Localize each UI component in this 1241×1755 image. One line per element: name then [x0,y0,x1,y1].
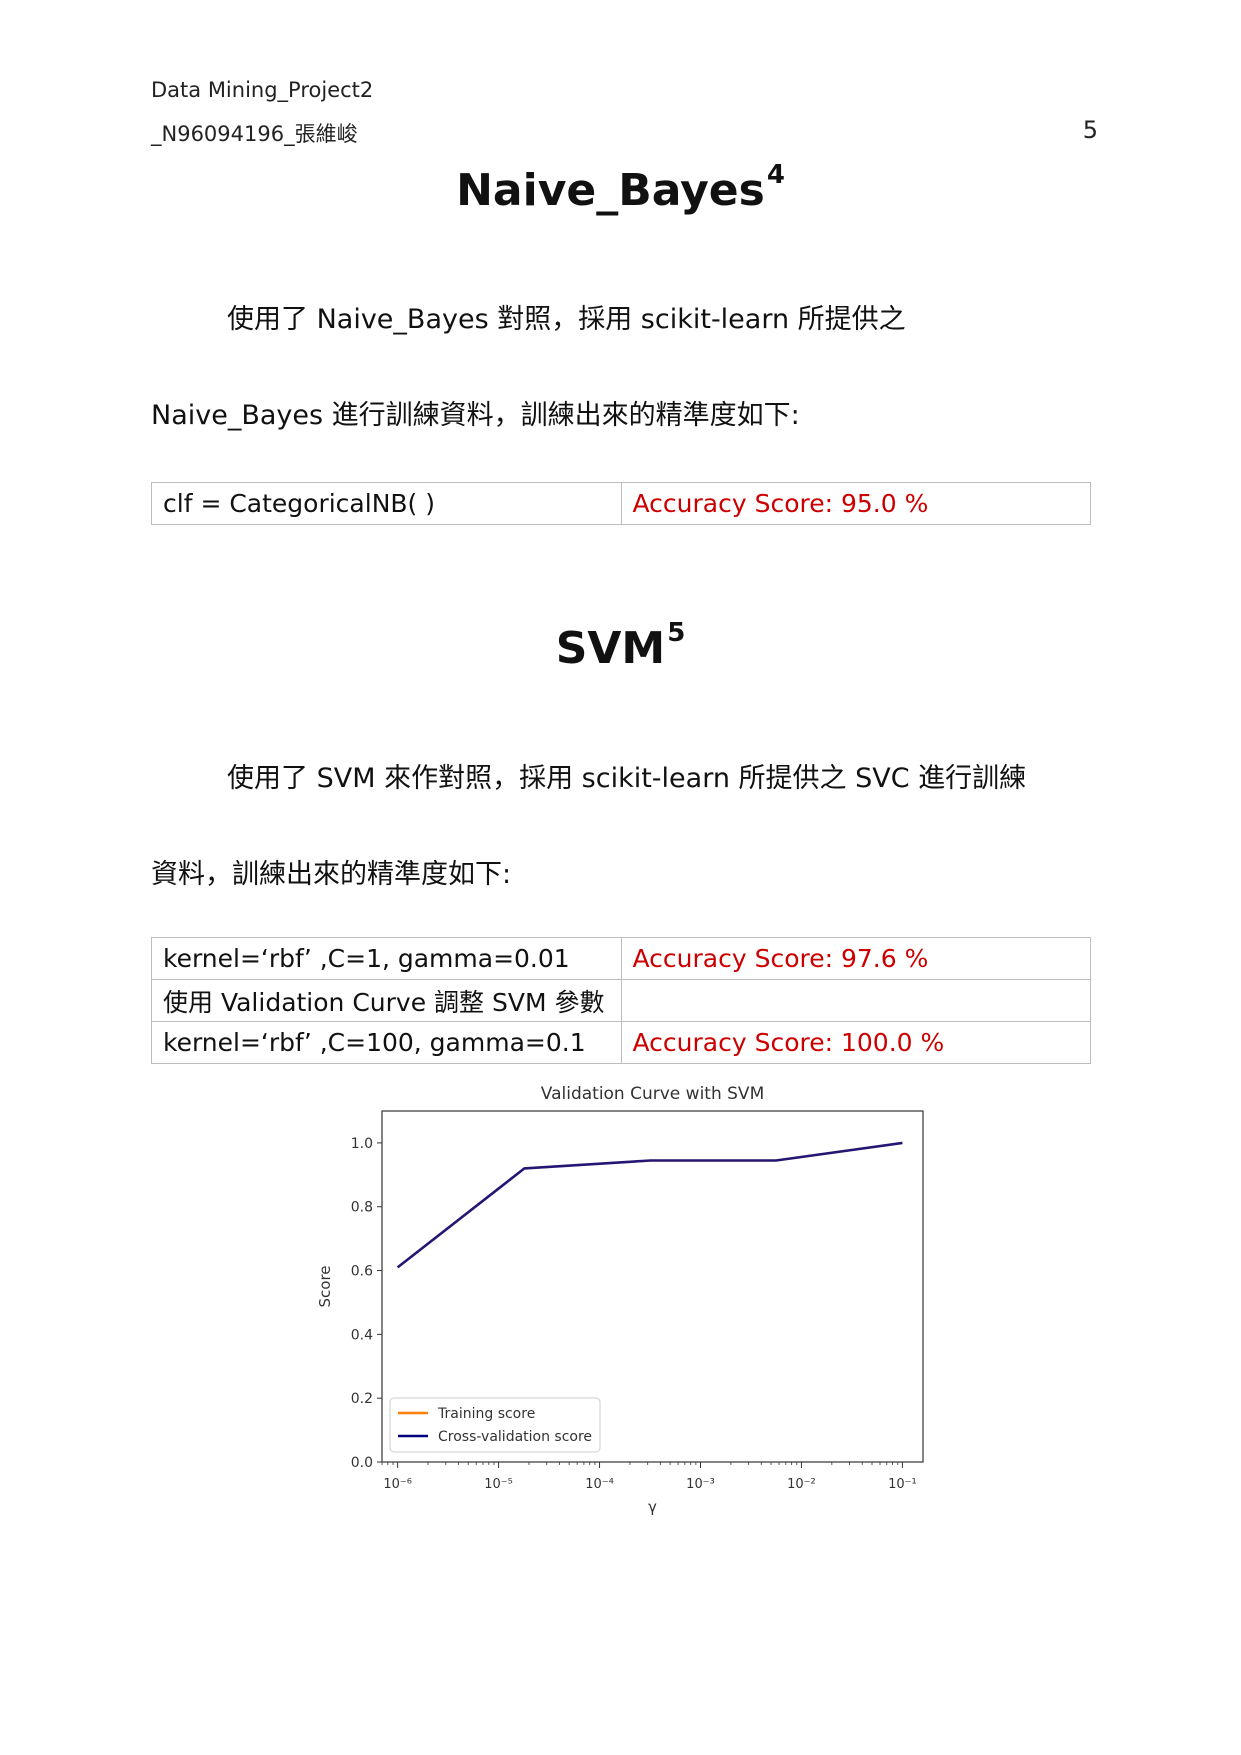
table-row: kernel=‘rbf’ ,C=1, gamma=0.01 Accuracy S… [151,937,1091,980]
series-line-cross-validation [396,1141,903,1269]
y-tick-label: 0.4 [351,1327,373,1343]
footnote-marker: 5 [667,618,686,648]
page-number: 5 [1082,116,1098,144]
chart-title: Validation Curve with SVM [541,1084,764,1104]
table-cell-setting: clf = CategoricalNB( ) [151,482,622,525]
table-row: kernel=‘rbf’ ,C=100, gamma=0.1 Accuracy … [151,1021,1091,1064]
table-cell-setting: kernel=‘rbf’ ,C=1, gamma=0.01 [151,937,622,980]
x-tick-label: 10⁻⁶ [383,1477,412,1492]
y-tick-label: 0.2 [351,1391,373,1407]
paragraph-line: Naive_Bayes 進行訓練資料，訓練出來的精準度如下: [151,400,800,431]
footnote-marker: 4 [766,160,785,190]
legend-label: Cross-validation score [438,1429,592,1445]
x-axis-label: γ [648,1498,657,1516]
table-cell-score: Accuracy Score: 95.0 % [620,482,1091,525]
table-row: clf = CategoricalNB( ) Accuracy Score: 9… [151,482,1091,525]
section-title-naive-bayes: Naive_Bayes4 [0,160,1241,216]
section-title-svm: SVM5 [0,618,1241,674]
table-row: 使用 Validation Curve 調整 SVM 參數 [151,979,1091,1022]
table-cell-setting: 使用 Validation Curve 調整 SVM 參數 [151,979,622,1022]
table-cell-score: Accuracy Score: 100.0 % [620,1021,1091,1064]
paragraph-line: 使用了 SVM 來作對照，採用 scikit-learn 所提供之 SVC 進行… [227,763,1027,794]
paragraph-line: 資料，訓練出來的精準度如下: [151,859,512,890]
section-title-text: SVM [555,623,666,674]
table-cell-setting: kernel=‘rbf’ ,C=100, gamma=0.1 [151,1021,622,1064]
y-tick-label: 0.0 [351,1455,373,1471]
header-project-title: Data Mining_Project2 [151,78,374,102]
y-axis-label: Score [316,1265,334,1307]
x-tick-label: 10⁻⁴ [585,1477,614,1492]
x-tick-label: 10⁻² [787,1477,816,1492]
legend-label: Training score [437,1406,535,1422]
y-tick-label: 0.8 [351,1200,373,1216]
svm-results-table: kernel=‘rbf’ ,C=1, gamma=0.01 Accuracy S… [151,937,1091,1064]
table-cell-score [620,979,1091,1022]
section-title-text: Naive_Bayes [456,165,765,216]
paragraph-line: 使用了 Naive_Bayes 對照，採用 scikit-learn 所提供之 [227,304,906,335]
y-tick-label: 0.6 [351,1264,373,1280]
x-tick-label: 10⁻¹ [888,1477,917,1492]
y-tick-label: 1.0 [351,1136,373,1152]
x-tick-label: 10⁻³ [686,1477,715,1492]
validation-curve-chart: Validation Curve with SVM 0.0 0.2 0.4 0.6 0.8… [316,1084,924,1516]
naive-bayes-results-table: clf = CategoricalNB( ) Accuracy Score: 9… [151,482,1091,525]
x-tick-label: 10⁻⁵ [484,1477,513,1492]
header-student-id: _N96094196_張維峻 [151,122,358,146]
table-cell-score: Accuracy Score: 97.6 % [620,937,1091,980]
